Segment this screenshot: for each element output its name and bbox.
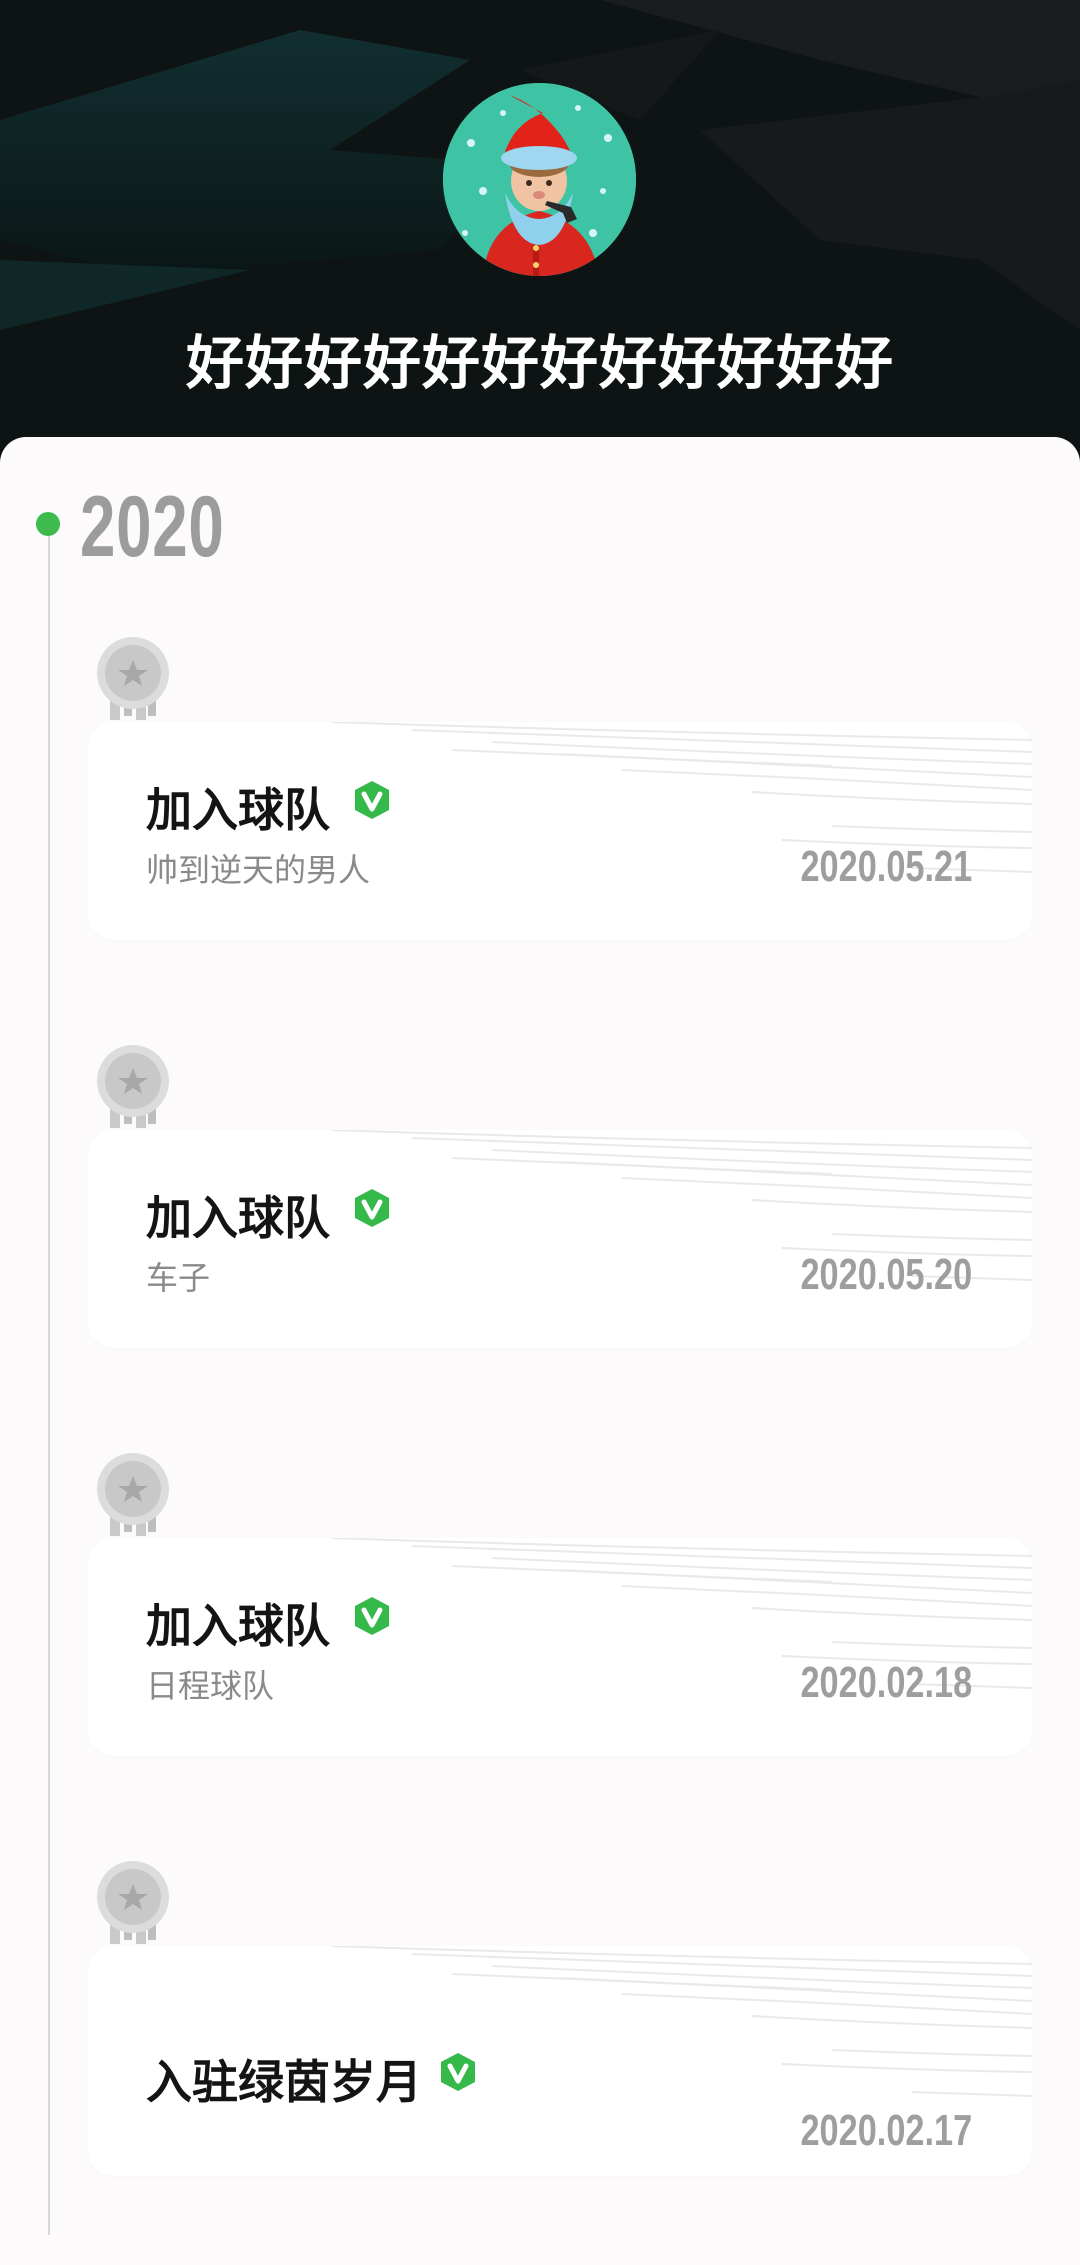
- event-date: 2020.02.17: [800, 2106, 972, 2155]
- event-subtitle: 日程球队: [146, 1667, 275, 1705]
- event-title: 加入球队: [146, 1599, 330, 1653]
- decorative-streaks: [332, 1538, 1032, 1689]
- timeline-event-card[interactable]: 加入球队 日程球队 2020.02.18: [88, 1538, 1032, 1756]
- timeline-year-dot: [36, 512, 60, 536]
- silver-medal-icon: [96, 636, 170, 722]
- event-subtitle: 车子: [146, 1259, 211, 1297]
- event-title: 加入球队: [146, 1191, 330, 1245]
- timeline-line: [48, 525, 50, 2235]
- event-date: 2020.02.18: [800, 1658, 972, 1707]
- user-avatar[interactable]: [443, 83, 636, 276]
- decorative-streaks: [332, 1130, 1032, 1281]
- timeline-event-card[interactable]: 加入球队 帅到逆天的男人 2020.05.21: [88, 722, 1032, 940]
- timeline-event-card[interactable]: 加入球队 车子 2020.05.20: [88, 1130, 1032, 1348]
- verified-v-badge-icon: [438, 2052, 478, 2092]
- timeline-event-card[interactable]: 入驻绿茵岁月 2020.02.17: [88, 1946, 1032, 2176]
- user-nickname: 好好好好好好好好好好好好: [185, 329, 894, 397]
- event-subtitle: 帅到逆天的男人: [146, 851, 371, 889]
- event-date: 2020.05.21: [800, 842, 972, 891]
- silver-medal-icon: [96, 1452, 170, 1538]
- decorative-streaks: [332, 722, 1032, 873]
- event-date: 2020.05.20: [800, 1250, 972, 1299]
- event-title: 加入球队: [146, 783, 330, 837]
- verified-v-badge-icon: [352, 1188, 392, 1228]
- silver-medal-icon: [96, 1044, 170, 1130]
- avatar-illustration-icon: [443, 83, 636, 276]
- verified-v-badge-icon: [352, 780, 392, 820]
- timeline-year: 2020: [80, 479, 225, 575]
- verified-v-badge-icon: [352, 1596, 392, 1636]
- profile-header: 好好好好好好好好好好好好: [0, 0, 1080, 470]
- event-title: 入驻绿茵岁月: [146, 2055, 422, 2109]
- silver-medal-icon: [96, 1860, 170, 1946]
